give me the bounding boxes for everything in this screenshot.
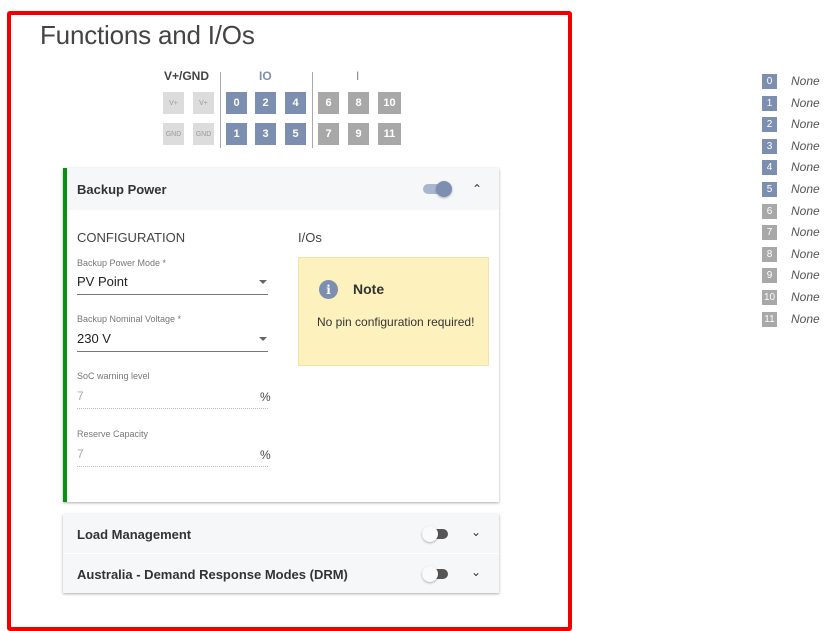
dropdown-arrow-icon <box>259 337 267 341</box>
chevron-up-icon[interactable]: ⌃ <box>472 182 482 196</box>
load-management-toggle[interactable] <box>422 526 452 542</box>
pin-io[interactable]: 0 <box>226 92 247 114</box>
pin-input[interactable]: 9 <box>348 123 369 145</box>
reserve-capacity-label: Reserve Capacity <box>77 429 149 439</box>
pin-input[interactable]: 11 <box>378 123 401 145</box>
pin-assignment-value: None <box>791 311 820 326</box>
field-underline <box>77 294 268 295</box>
toggle-knob <box>422 566 438 582</box>
drm-toggle[interactable] <box>422 566 452 582</box>
pin-badge: 7 <box>762 225 777 241</box>
pin-assignment-value: None <box>791 268 820 283</box>
pin-assignment-value: None <box>791 138 820 153</box>
toggle-knob <box>422 526 438 542</box>
pin-badge: 3 <box>762 138 777 154</box>
pin-badge: 11 <box>762 311 777 327</box>
info-icon: i <box>319 280 338 299</box>
load-management-header[interactable]: Load Management ⌄ <box>63 514 499 554</box>
pin-assignment-value: None <box>791 74 820 88</box>
soc-warning-value: 7 <box>77 389 84 403</box>
soc-warning-label: SoC warning level <box>77 371 150 381</box>
pin-badge: 5 <box>762 181 777 197</box>
pin-assignment-value: None <box>791 225 820 240</box>
pin-input[interactable]: 6 <box>318 92 339 114</box>
pin-assignment-value: None <box>791 246 820 261</box>
pin-gnd: GND <box>163 123 184 145</box>
field-underline <box>77 466 268 467</box>
pin-assignment-value: None <box>791 95 820 110</box>
backup-power-toggle[interactable] <box>423 181 453 197</box>
field-underline <box>77 351 268 352</box>
percent-unit: % <box>260 448 271 462</box>
backup-power-card: Backup Power ⌃ CONFIGURATION I/Os Backup… <box>63 168 499 502</box>
configuration-heading: CONFIGURATION <box>77 230 186 245</box>
backup-voltage-value: 230 V <box>77 331 111 346</box>
pin-badge: 8 <box>762 246 777 262</box>
io-group-label: IO <box>259 69 272 83</box>
note-text: No pin configuration required! <box>317 315 475 329</box>
backup-power-mode-label: Backup Power Mode * <box>77 258 167 268</box>
pin-io[interactable]: 5 <box>285 123 306 145</box>
load-management-title: Load Management <box>77 527 192 542</box>
drm-header[interactable]: Australia - Demand Response Modes (DRM) … <box>63 554 499 593</box>
pin-vplus: V+ <box>163 92 184 114</box>
pin-assignment-value: None <box>791 203 820 218</box>
power-group-label: V+/GND <box>164 69 210 83</box>
pin-assignment-value: None <box>791 117 820 132</box>
pin-vplus: V+ <box>193 92 214 114</box>
pin-input[interactable]: 7 <box>318 123 339 145</box>
backup-power-header[interactable]: Backup Power ⌃ <box>67 168 499 210</box>
pin-assignment-value: None <box>791 181 820 196</box>
pin-assignment-value: None <box>791 289 820 304</box>
pin-io[interactable]: 4 <box>285 92 306 114</box>
pin-badge: 9 <box>762 268 777 284</box>
pin-assignment-value: None <box>791 160 820 175</box>
reserve-capacity-value: 7 <box>77 447 84 461</box>
note-box: i Note No pin configuration required! <box>298 257 489 366</box>
pin-badge: 1 <box>762 95 777 111</box>
page-title: Functions and I/Os <box>40 20 255 50</box>
pin-input[interactable]: 10 <box>378 92 401 114</box>
pin-io[interactable]: 1 <box>226 123 247 145</box>
backup-voltage-label: Backup Nominal Voltage * <box>77 314 182 324</box>
field-underline <box>77 408 268 409</box>
pin-badge: 0 <box>762 74 777 89</box>
pin-badge: 4 <box>762 160 777 176</box>
toggle-knob <box>436 181 452 197</box>
pin-badge: 6 <box>762 203 777 219</box>
pin-io[interactable]: 2 <box>255 92 276 114</box>
note-title: Note <box>353 281 385 297</box>
input-group-label: I <box>356 69 360 83</box>
backup-power-title: Backup Power <box>77 181 167 197</box>
pin-badge: 2 <box>762 117 777 133</box>
pin-input[interactable]: 8 <box>348 92 369 114</box>
pin-gnd: GND <box>193 123 214 145</box>
collapsed-sections: Load Management ⌄ Australia - Demand Res… <box>63 514 499 593</box>
drm-title: Australia - Demand Response Modes (DRM) <box>77 567 348 582</box>
chevron-down-icon[interactable]: ⌄ <box>471 565 481 579</box>
dropdown-arrow-icon <box>259 280 267 284</box>
percent-unit: % <box>260 390 271 404</box>
group-divider <box>312 72 313 148</box>
group-divider <box>220 72 221 148</box>
pin-badge: 10 <box>762 289 777 305</box>
chevron-down-icon[interactable]: ⌄ <box>471 525 481 539</box>
ios-heading: I/Os <box>298 230 322 245</box>
backup-power-mode-value: PV Point <box>77 274 128 289</box>
pin-io[interactable]: 3 <box>255 123 276 145</box>
